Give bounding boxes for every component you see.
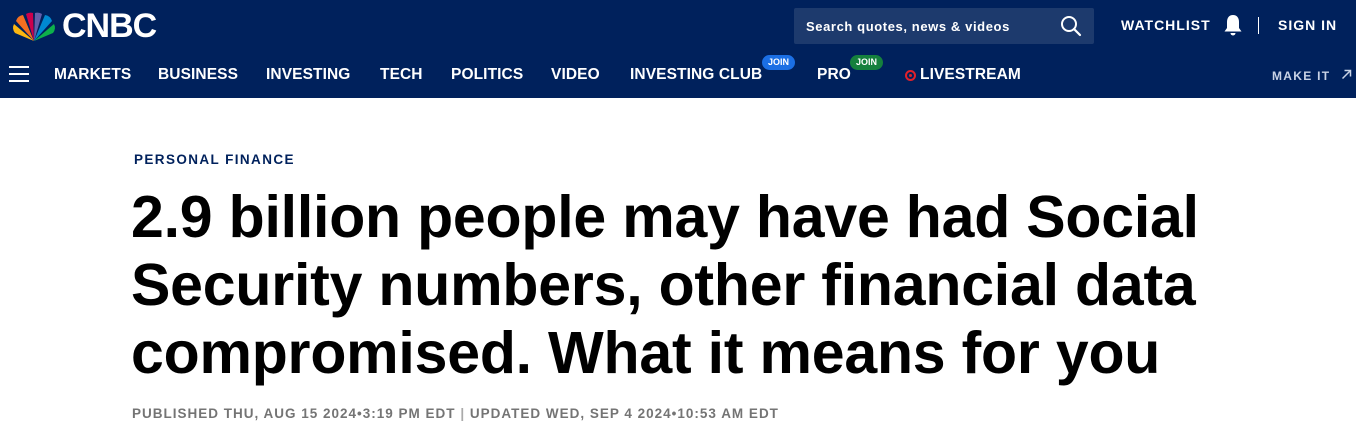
nav-item-tech[interactable]: TECH xyxy=(380,66,423,84)
nav-item-business[interactable]: BUSINESS xyxy=(158,66,238,84)
join-badge-investing-club[interactable]: JOIN xyxy=(762,55,796,70)
sign-in-link[interactable]: SIGN IN xyxy=(1278,17,1337,33)
header-divider xyxy=(1258,17,1259,34)
article-headline: 2.9 billion people may have had Social S… xyxy=(131,184,1199,386)
nav-item-politics[interactable]: POLITICS xyxy=(451,66,523,84)
search-box[interactable] xyxy=(794,8,1094,44)
nav-item-investing[interactable]: INVESTING xyxy=(266,66,350,84)
article-category[interactable]: PERSONAL FINANCE xyxy=(134,152,295,167)
peacock-icon xyxy=(13,12,55,41)
nav-item-pro[interactable]: PRO xyxy=(817,66,851,84)
site-header: CNBC WATCHLIST SIGN IN MARKETS BUSINESS … xyxy=(0,0,1356,98)
live-indicator-icon xyxy=(905,70,916,81)
logo-wordmark: CNBC xyxy=(62,7,157,45)
time-separator: | xyxy=(460,406,466,421)
nav-item-markets[interactable]: MARKETS xyxy=(54,66,131,84)
published-time: PUBLISHED THU, AUG 15 2024•3:19 PM EDT xyxy=(132,406,456,421)
cnbc-logo[interactable]: CNBC xyxy=(10,7,157,45)
updated-time: UPDATED WED, SEP 4 2024•10:53 AM EDT xyxy=(469,406,779,421)
external-arrow-icon[interactable] xyxy=(1341,69,1352,80)
nav-item-video[interactable]: VIDEO xyxy=(551,66,600,84)
watchlist-link[interactable]: WATCHLIST xyxy=(1121,17,1211,33)
make-it-link[interactable]: MAKE IT xyxy=(1272,69,1330,83)
hamburger-menu-icon[interactable] xyxy=(9,66,29,82)
search-icon[interactable] xyxy=(1060,15,1082,37)
search-input[interactable] xyxy=(794,8,1044,44)
nav-item-investing-club[interactable]: INVESTING CLUB xyxy=(630,66,762,84)
article-timestamps: PUBLISHED THU, AUG 15 2024•3:19 PM EDT |… xyxy=(132,406,779,421)
bell-icon[interactable] xyxy=(1221,13,1245,37)
join-badge-pro[interactable]: JOIN xyxy=(850,55,884,70)
nav-item-livestream[interactable]: LIVESTREAM xyxy=(920,66,1021,84)
